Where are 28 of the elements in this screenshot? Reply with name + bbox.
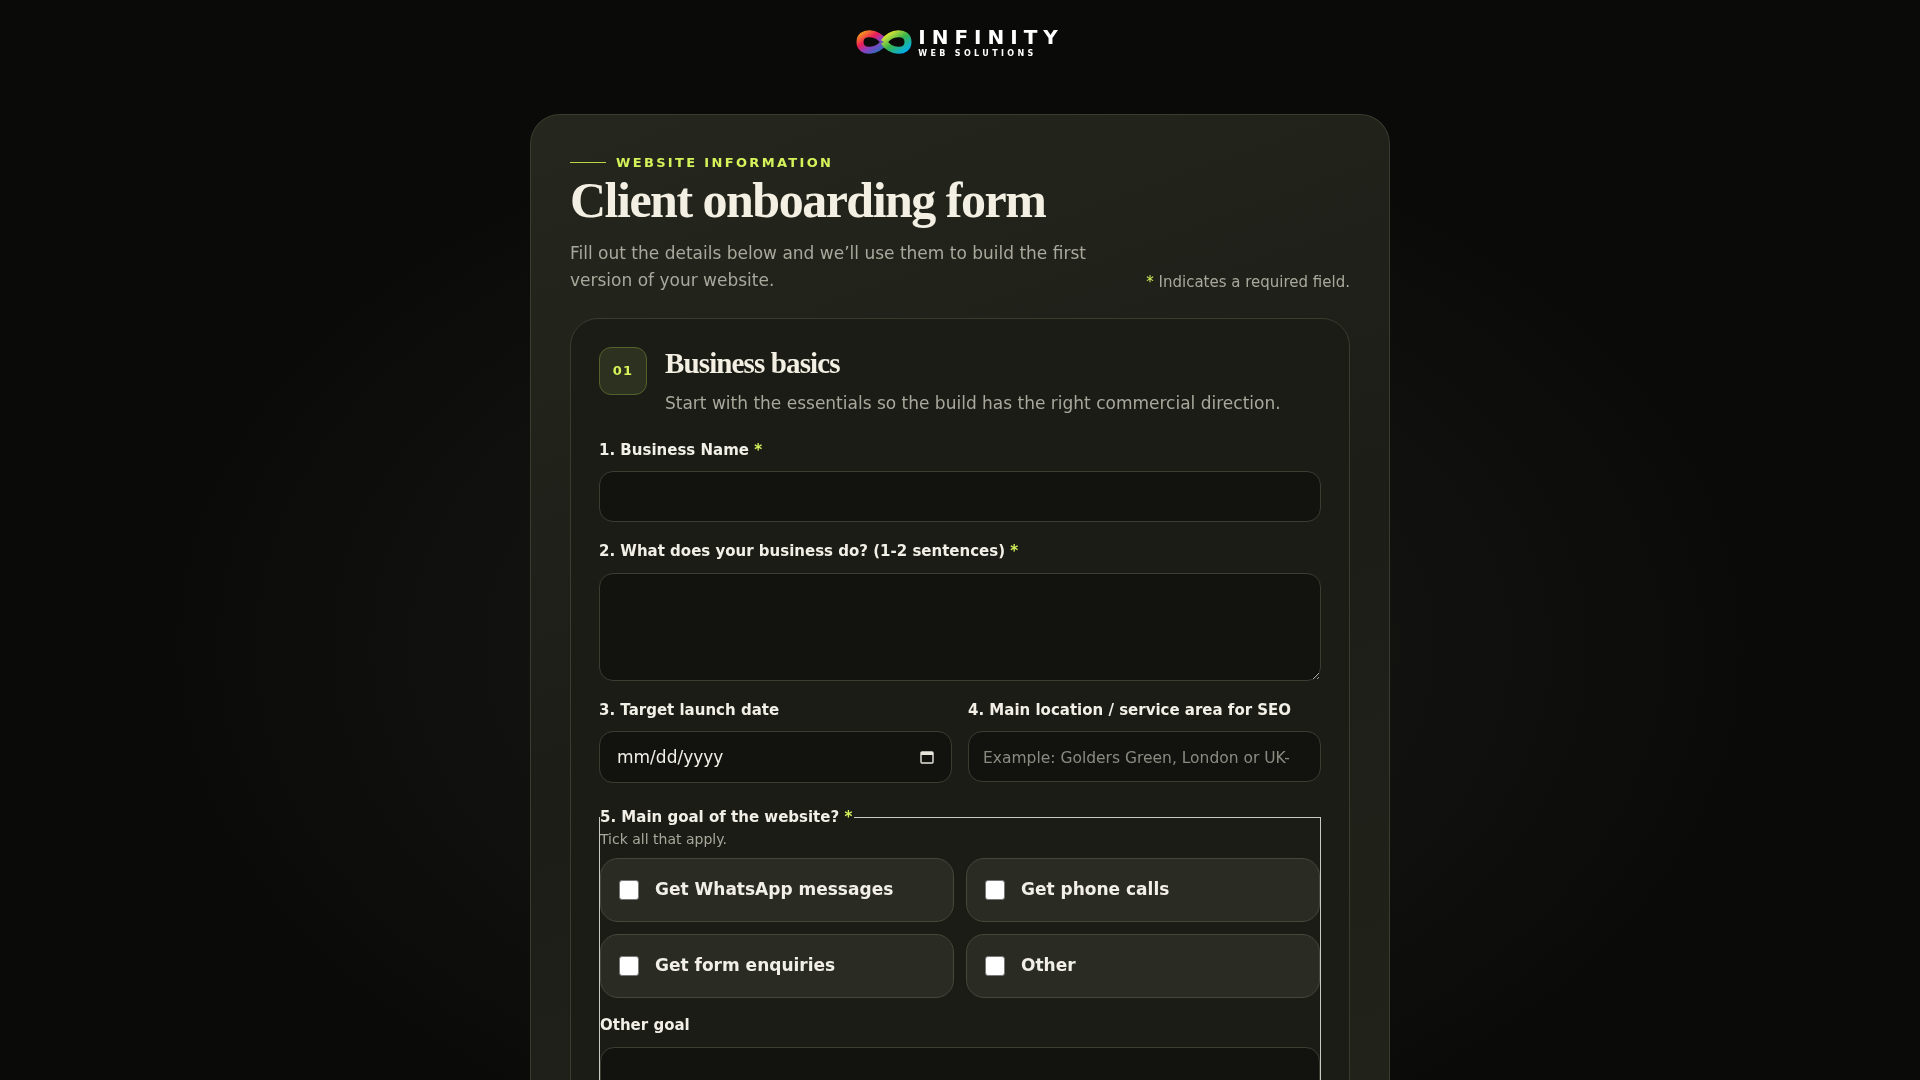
required-note: * Indicates a required field. — [1146, 271, 1350, 293]
goal-option[interactable]: Get WhatsApp messages — [600, 858, 954, 922]
section-title: Business basics — [665, 347, 841, 379]
field-label: 5. Main goal of the website? * — [600, 808, 854, 826]
field-label: 4. Main location / service area for SEO — [968, 699, 1293, 721]
field-label: 2. What does your business do? (1-2 sentences) * — [599, 541, 1020, 562]
date-field[interactable]: mm/dd/yyyy — [599, 731, 952, 783]
step-badge: 01 — [599, 347, 647, 395]
section-description: Start with the essentials so the build has the right commercial direction. — [665, 392, 1281, 415]
field-label: 1. Business Name * — [599, 439, 764, 461]
checkbox[interactable] — [985, 956, 1005, 976]
text-field[interactable]: Example: Golders Green, London or UK- — [968, 731, 1321, 782]
logo-name: INFINITY — [918, 26, 1064, 47]
checkbox[interactable] — [985, 880, 1005, 900]
intro-text: Fill out the details below and we’ll use them to build the first version of your website. — [570, 242, 1087, 292]
field-label: Other goal — [600, 1015, 691, 1036]
checkbox[interactable] — [619, 880, 639, 900]
checkbox[interactable] — [619, 956, 639, 976]
eyebrow-text: WEBSITE INFORMATION — [616, 154, 834, 172]
logo-tagline: WEB SOLUTIONS — [918, 49, 1038, 58]
goal-option[interactable]: Get phone calls — [966, 858, 1320, 922]
form-title: Client onboarding form — [570, 173, 1047, 226]
calendar-icon[interactable] — [920, 750, 934, 764]
field-label: 3. Target launch date — [599, 699, 781, 721]
goal-option[interactable]: Other — [966, 934, 1320, 998]
hint-text: Tick all that apply. — [600, 830, 728, 849]
text-field[interactable] — [599, 471, 1321, 522]
goal-option[interactable]: Get form enquiries — [600, 934, 954, 998]
